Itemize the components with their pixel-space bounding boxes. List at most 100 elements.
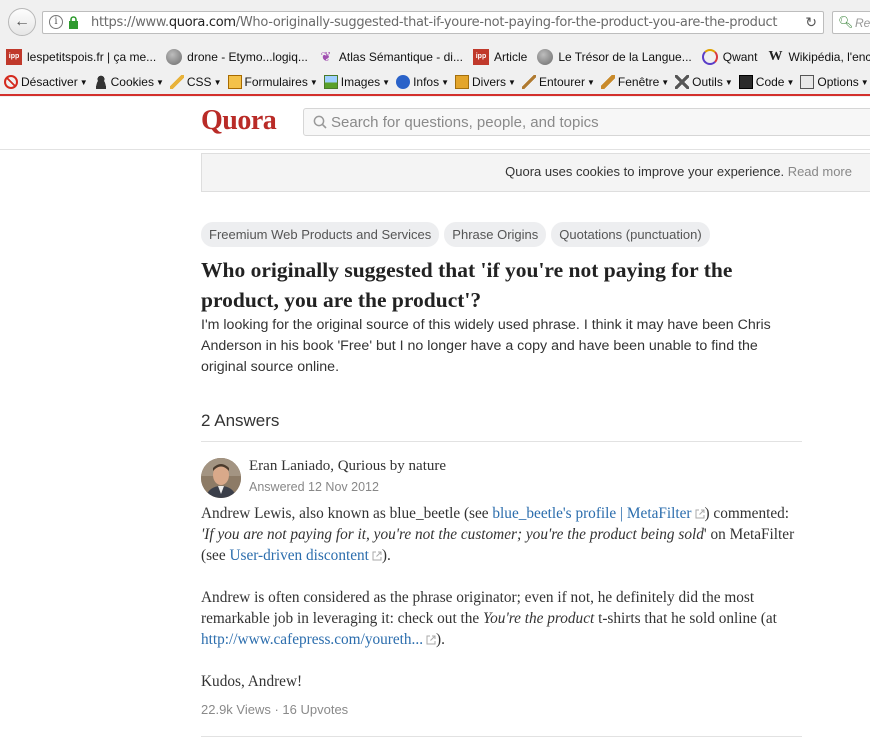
toolbar-menu-entourer[interactable]: Entourer ▼ bbox=[521, 75, 595, 89]
bookmark-item[interactable]: W Wikipédia, l'ency bbox=[767, 49, 870, 65]
cookie-read-more-link[interactable]: Read more bbox=[788, 164, 852, 179]
bookmark-label: Article bbox=[493, 50, 528, 64]
toolbar-menu-cookies[interactable]: Cookies ▼ bbox=[93, 75, 164, 89]
form-icon bbox=[227, 75, 242, 89]
code-icon bbox=[738, 75, 753, 89]
quora-page: Quora Search for questions, people, and … bbox=[0, 97, 870, 746]
toolbar-menu-label: Infos bbox=[413, 75, 440, 89]
user-driven-discontent-link[interactable]: User-driven discontent bbox=[229, 547, 382, 564]
cafepress-link[interactable]: http://www.cafepress.com/youreth... bbox=[201, 631, 436, 648]
caret-down-icon: ▼ bbox=[213, 77, 222, 87]
caret-down-icon: ▼ bbox=[155, 77, 164, 87]
cookie-text: Quora uses cookies to improve your exper… bbox=[505, 164, 852, 179]
bookmark-item[interactable]: drone - Etymo...logiq... bbox=[166, 49, 308, 65]
tools-icon bbox=[675, 75, 690, 89]
caret-down-icon: ▼ bbox=[661, 77, 670, 87]
topic-tag[interactable]: Quotations (punctuation) bbox=[551, 222, 710, 247]
search-engine-icon: 🔍︎ bbox=[838, 15, 854, 29]
ruler-icon bbox=[600, 75, 615, 89]
toolbar-menu-images[interactable]: Images ▼ bbox=[323, 75, 391, 89]
upvotes-count[interactable]: 16 Upvotes bbox=[282, 702, 348, 717]
toolbar-menu-divers[interactable]: Divers ▼ bbox=[455, 75, 516, 89]
navigation-bar: ← i https://www.quora.com/Who-originally… bbox=[0, 0, 870, 44]
answer-date[interactable]: Answered 12 Nov 2012 bbox=[249, 480, 379, 494]
bookmark-item[interactable]: ipp lespetitspois.fr | ça me... bbox=[6, 49, 156, 65]
info-icon[interactable]: i bbox=[49, 15, 63, 29]
image-icon bbox=[323, 75, 338, 89]
bookmark-item[interactable]: ipp Article bbox=[472, 49, 528, 65]
answer-paragraph: Andrew Lewis, also known as blue_beetle … bbox=[201, 505, 795, 564]
bookmark-item[interactable]: ❦ Atlas Sémantique - di... bbox=[318, 49, 463, 65]
toolbar-menu-code[interactable]: Code ▼ bbox=[738, 75, 795, 89]
toolbar-menu-options[interactable]: Options ▼ bbox=[800, 75, 869, 89]
browser-chrome: ← i https://www.quora.com/Who-originally… bbox=[0, 0, 870, 97]
bookmark-item[interactable]: Qwant bbox=[701, 49, 757, 65]
toolbar-menu-label: Désactiver bbox=[21, 75, 78, 89]
disable-icon bbox=[4, 75, 18, 89]
toolbar-menu-label: Formulaires bbox=[244, 75, 308, 89]
toolbar-menu-label: Entourer bbox=[538, 75, 585, 89]
answer-paragraph: Kudos, Andrew! bbox=[201, 673, 303, 690]
web-developer-toolbar: Désactiver ▼ Cookies ▼ CSS ▼ Formulaires ▼ Image… bbox=[0, 70, 870, 96]
options-icon bbox=[800, 75, 815, 89]
toolbar-menu-label: Divers bbox=[472, 75, 507, 89]
reload-icon[interactable]: ↻ bbox=[805, 14, 817, 31]
toolbar-menu-fenetre[interactable]: Fenêtre ▼ bbox=[600, 75, 670, 89]
toolbar-menu-outils[interactable]: Outils ▼ bbox=[675, 75, 733, 89]
caret-down-icon: ▼ bbox=[79, 77, 88, 87]
external-link-icon bbox=[426, 635, 436, 645]
caret-down-icon: ▼ bbox=[382, 77, 391, 87]
views-count[interactable]: 22.9k Views bbox=[201, 702, 271, 717]
quora-logo[interactable]: Quora bbox=[201, 105, 277, 137]
site-search-input[interactable]: Search for questions, people, and topics bbox=[303, 108, 870, 136]
divider bbox=[201, 736, 802, 737]
bookmark-label: Wikipédia, l'ency bbox=[788, 50, 870, 64]
topic-tag[interactable]: Phrase Origins bbox=[444, 222, 547, 247]
topic-tag[interactable]: Freemium Web Products and Services bbox=[201, 222, 440, 247]
avatar[interactable] bbox=[201, 458, 241, 498]
answer-author[interactable]: Eran Laniado, Qurious by nature bbox=[249, 458, 446, 475]
search-icon bbox=[313, 115, 327, 129]
bookmark-label: lespetitspois.fr | ça me... bbox=[27, 50, 157, 64]
qwant-icon bbox=[701, 49, 718, 65]
caret-down-icon: ▼ bbox=[508, 77, 516, 87]
toolbar-menu-label: Options bbox=[817, 75, 859, 89]
toolbar-menu-css[interactable]: CSS ▼ bbox=[169, 75, 222, 89]
caret-down-icon: ▼ bbox=[860, 77, 869, 87]
caret-down-icon: ▼ bbox=[724, 77, 733, 87]
back-arrow-icon: ← bbox=[14, 13, 30, 30]
ipp-favicon: ipp bbox=[472, 49, 489, 65]
address-bar[interactable]: i https://www.quora.com/Who-originally-s… bbox=[42, 11, 824, 34]
external-link-icon bbox=[372, 551, 382, 561]
bookmark-item[interactable]: Le Trésor de la Langue... bbox=[537, 49, 692, 65]
browser-search-box[interactable]: 🔍︎ Re bbox=[832, 11, 870, 34]
pencil-icon bbox=[169, 75, 184, 89]
answer-stats: 22.9k Views · 16 Upvotes bbox=[201, 702, 348, 717]
info-icon bbox=[396, 75, 411, 89]
caret-down-icon: ▼ bbox=[586, 77, 595, 87]
answers-count: 2 Answers bbox=[201, 411, 280, 430]
toolbar-menu-label: Code bbox=[755, 75, 785, 89]
external-link-icon bbox=[695, 509, 704, 519]
back-button[interactable]: ← bbox=[8, 8, 36, 36]
folder-icon bbox=[455, 75, 469, 89]
cookie-banner: Quora uses cookies to improve your exper… bbox=[201, 153, 870, 192]
metafilter-profile-link[interactable]: blue_beetle's profile | MetaFilter bbox=[492, 505, 704, 522]
question-title: Who originally suggested that 'if you're… bbox=[201, 258, 733, 312]
topic-list: Freemium Web Products and Services Phras… bbox=[201, 222, 715, 247]
toolbar-menu-formulaires[interactable]: Formulaires ▼ bbox=[227, 75, 318, 89]
toolbar-menu-label: Cookies bbox=[110, 75, 154, 89]
caret-down-icon: ▼ bbox=[786, 77, 795, 87]
bookmark-label: Le Trésor de la Langue... bbox=[558, 50, 692, 64]
author-photo bbox=[201, 458, 241, 498]
toolbar-menu-desactiver[interactable]: Désactiver ▼ bbox=[4, 75, 88, 89]
lock-icon bbox=[69, 16, 78, 29]
wikipedia-icon: W bbox=[768, 49, 783, 64]
bookmarks-toolbar: ipp lespetitspois.fr | ça me... drone - Et… bbox=[0, 45, 870, 69]
bookmark-label: drone - Etymo...logiq... bbox=[187, 50, 308, 64]
globe-icon bbox=[537, 49, 554, 65]
toolbar-menu-infos[interactable]: Infos ▼ bbox=[396, 75, 449, 89]
toolbar-menu-label: Outils bbox=[692, 75, 723, 89]
divider bbox=[201, 441, 802, 442]
answer-body: Andrew Lewis, also known as blue_beetle … bbox=[201, 503, 802, 713]
